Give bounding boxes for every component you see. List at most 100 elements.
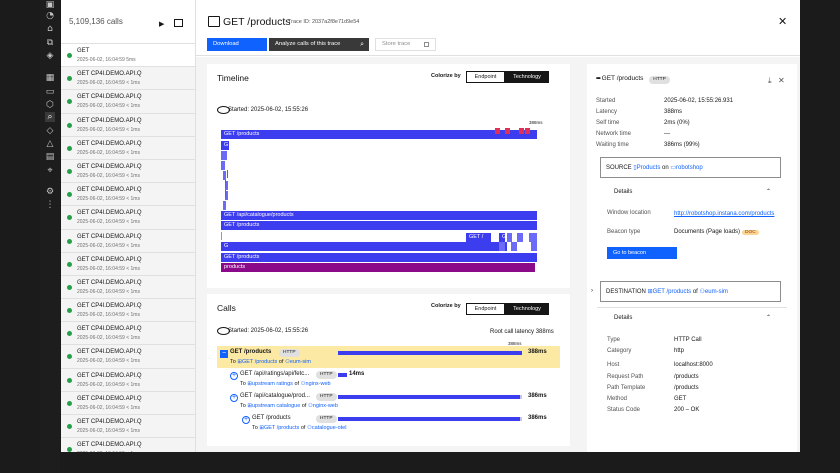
nav-icon-7[interactable]: ▭ xyxy=(45,87,55,97)
list-item-name: GET xyxy=(77,48,90,54)
panel-toggle-icon[interactable] xyxy=(174,19,183,27)
to-target-link[interactable]: GET /products xyxy=(264,425,299,431)
nav-icon-10[interactable]: ◇ xyxy=(45,126,55,136)
nav-icon-1[interactable]: ▣ xyxy=(45,0,55,10)
list-item[interactable]: GET CP4I.DEMO.API.Q 2025-06-02, 16:04:59 … xyxy=(61,415,195,439)
go-to-beacon-button[interactable]: Go to beacon xyxy=(607,247,677,259)
collapse-icon[interactable]: − xyxy=(220,350,228,358)
timeline-bar[interactable]: GET /products xyxy=(221,253,537,262)
timeline-bar[interactable]: G xyxy=(221,141,229,150)
window-location-link[interactable]: http://robotshop.instana.com/products xyxy=(674,210,774,218)
list-item-meta: 2025-06-02, 16:04:59 < 1ms xyxy=(77,404,140,411)
field-key: Waiting time xyxy=(596,142,629,148)
field-key: Category xyxy=(607,348,632,354)
source-details-heading[interactable]: Details xyxy=(614,189,632,195)
list-item[interactable]: GET CP4I.DEMO.API.Q 2025-06-02, 16:04:59 … xyxy=(61,391,195,415)
timeline-segment[interactable] xyxy=(507,233,512,242)
service-link[interactable]: nginx-web xyxy=(313,403,338,409)
list-item[interactable]: GET CP4I.DEMO.API.Q 2025-06-02, 16:04:59 … xyxy=(61,275,195,300)
store-trace-button[interactable]: Store trace xyxy=(375,38,436,51)
timeline-segment[interactable] xyxy=(499,242,505,251)
more-icon[interactable]: ⋮ xyxy=(45,200,55,210)
timeline-segment[interactable] xyxy=(529,233,537,242)
nav-icon-6[interactable]: ▦ xyxy=(45,73,55,83)
close-icon[interactable]: ✕ xyxy=(778,15,787,28)
expand-icon[interactable]: + xyxy=(242,416,250,424)
list-item[interactable]: GET CP4I.DEMO.API.Q 2025-06-02, 16:04:59 … xyxy=(61,67,195,91)
analyze-calls-button[interactable]: Analyze calls of this trace ⌕ xyxy=(269,38,369,51)
list-item[interactable]: GET CP4I.DEMO.API.Q 2025-06-02, 16:04:59 … xyxy=(61,136,195,160)
download-button[interactable]: Download xyxy=(207,38,267,51)
root-call-latency: Root call latency 388ms xyxy=(490,329,554,335)
timeline-segment[interactable] xyxy=(511,242,517,251)
call-row[interactable]: + GET /api/ratings/api/fetc... HTTP To ⊞ups… xyxy=(217,368,560,390)
timeline-technology-toggle[interactable]: Technology xyxy=(505,71,549,83)
to-target-link[interactable]: GET /products xyxy=(242,359,277,365)
list-item[interactable]: GET 2025-06-02, 16:04:59 5ms xyxy=(61,44,195,68)
timeline-segment[interactable] xyxy=(221,151,227,160)
download-icon[interactable]: ⤓ xyxy=(768,76,772,86)
timeline-bar[interactable]: GET / xyxy=(499,233,505,242)
calls-endpoint-toggle[interactable]: Endpoint xyxy=(466,303,505,315)
timeline-endpoint-toggle[interactable]: Endpoint xyxy=(466,71,505,83)
nav-icon-13[interactable]: ⌖ xyxy=(45,166,55,176)
list-item[interactable]: GET CP4I.DEMO.API.Q 2025-06-02, 16:04:59 … xyxy=(61,183,195,207)
list-item[interactable]: GET CP4I.DEMO.API.Q 2025-06-02, 16:04:59 … xyxy=(61,90,195,114)
source-app-link[interactable]: robotshop xyxy=(676,165,703,171)
timeline-bar[interactable]: products xyxy=(221,263,535,272)
expand-icon[interactable]: + xyxy=(230,394,238,402)
nav-icon-2[interactable]: ◔ xyxy=(45,11,55,21)
list-item[interactable]: GET CP4I.DEMO.API.Q 2025-06-02, 16:04:59 … xyxy=(61,322,195,346)
timeline-segment[interactable] xyxy=(531,242,537,251)
settings-icon[interactable]: ⚙ xyxy=(45,187,55,197)
play-icon[interactable]: ▶ xyxy=(159,20,164,28)
service-link[interactable]: eum-sim xyxy=(290,359,311,365)
destination-service-link[interactable]: eum-sim xyxy=(705,289,728,295)
chevron-up-icon[interactable]: ⌃ xyxy=(766,188,771,195)
call-row[interactable]: − GET /products HTTP To ⊞GET /products of ⚇… xyxy=(217,346,560,368)
chevron-right-icon[interactable]: › xyxy=(591,288,593,294)
timeline-segment[interactable] xyxy=(223,201,226,210)
status-dot xyxy=(67,377,72,383)
timeline-bar[interactable]: GET /products xyxy=(221,221,537,230)
nav-icon-5[interactable]: ◈ xyxy=(45,51,55,61)
service-link[interactable]: nginx-web xyxy=(306,381,331,387)
nav-icon-4[interactable]: ⧉ xyxy=(45,38,55,48)
list-item-name: GET CP4I.DEMO.API.Q xyxy=(77,372,142,379)
nav-icon-8[interactable]: ⬡ xyxy=(45,100,55,110)
timeline-segment[interactable] xyxy=(223,171,226,180)
destination-name-link[interactable]: GET /products xyxy=(653,289,692,295)
chevron-up-icon[interactable]: ⌃ xyxy=(766,314,771,321)
timeline-bar[interactable]: G xyxy=(221,242,507,251)
call-row[interactable]: + GET /api/catalogue/prod... HTTP To ⊞upstr… xyxy=(217,390,560,412)
source-name-link[interactable]: Products xyxy=(637,165,661,171)
timeline-bar[interactable]: GET / xyxy=(466,233,491,242)
analytics-search-icon[interactable]: ⌕ xyxy=(45,112,55,122)
timeline-segment[interactable] xyxy=(517,233,523,242)
list-item[interactable]: GET CP4I.DEMO.API.Q 2025-06-02, 16:04:59 … xyxy=(61,252,195,276)
nav-icon-11[interactable]: △ xyxy=(45,139,55,149)
timeline-bar[interactable]: GET /api/catalogue/products xyxy=(221,211,537,220)
calls-technology-toggle[interactable]: Technology xyxy=(505,303,549,315)
to-target-link[interactable]: upstream catalogue xyxy=(252,403,300,409)
list-item[interactable]: GET CP4I.DEMO.API.Q 2025-06-02, 16:04:59 … xyxy=(61,113,195,137)
nav-icon-3[interactable]: ⌂ xyxy=(45,24,55,34)
window-location-url[interactable]: http://robotshop.instana.com/products xyxy=(674,211,774,217)
list-item[interactable]: GET CP4I.DEMO.API.Q 2025-06-02, 16:04:59 … xyxy=(61,345,195,369)
destination-details-heading[interactable]: Details xyxy=(614,315,632,321)
service-link[interactable]: catalogue-otel xyxy=(312,425,347,431)
close-sidebar-icon[interactable]: ✕ xyxy=(778,76,785,85)
list-item[interactable]: GET CP4I.DEMO.API.Q 2025-06-02, 16:04:59 … xyxy=(61,206,195,230)
list-item[interactable]: GET CP4I.DEMO.API.Q 2025-06-02, 16:04:59 … xyxy=(61,368,195,392)
call-row[interactable]: + GET /products HTTP To ⊞GET /products of ⚇… xyxy=(217,412,560,434)
list-item[interactable]: GET CP4I.DEMO.API.Q 2025-06-02, 16:04:59 … xyxy=(61,159,195,184)
timeline-segment[interactable] xyxy=(221,161,225,170)
timeline-bar[interactable]: GET /products xyxy=(221,130,537,139)
list-item[interactable]: GET CP4I.DEMO.API.Q 2025-06-02, 16:04:59 … xyxy=(61,229,195,253)
field-key: Started xyxy=(596,98,616,104)
nav-icon-12[interactable]: ▤ xyxy=(45,152,55,162)
expand-icon[interactable]: + xyxy=(230,372,238,380)
to-target-link[interactable]: upstream ratings xyxy=(252,381,293,387)
list-item[interactable]: GET CP4I.DEMO.API.Q 2025-06-02, 16:04:59 … xyxy=(61,299,195,323)
list-item[interactable]: GET CP4I.DEMO.API.Q 2025-06-02, 16:04:59 … xyxy=(61,438,195,452)
